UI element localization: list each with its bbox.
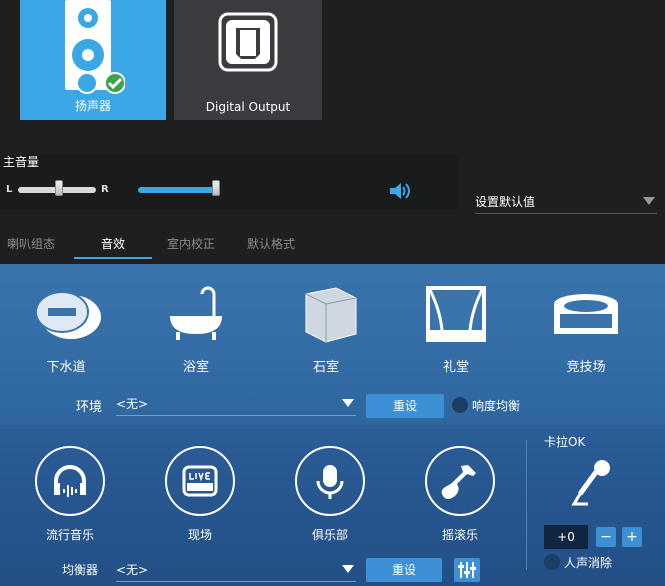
env-label: 石室 xyxy=(312,360,339,375)
sewer-pipe-icon xyxy=(35,291,101,339)
active-tab-indicator xyxy=(74,257,152,259)
karaoke-microphone-icon xyxy=(571,460,610,506)
equalizer-label: 均衡器 xyxy=(62,563,99,577)
arena-icon xyxy=(554,294,618,334)
guitar-icon xyxy=(441,465,476,499)
env-item-auditorium[interactable]: 礼堂 xyxy=(406,284,506,375)
equalizer-settings-button[interactable] xyxy=(454,558,480,582)
env-label: 下水道 xyxy=(46,360,86,375)
karaoke-plus-button[interactable]: + xyxy=(622,527,642,547)
chevron-down-icon xyxy=(342,399,354,407)
tab-speaker-config[interactable]: 喇叭组态 xyxy=(7,235,55,252)
voice-cancel-checkbox[interactable] xyxy=(544,554,560,570)
eq-item-live[interactable]: 现场 xyxy=(160,446,240,543)
environment-reset-button[interactable]: 重设 xyxy=(366,394,444,418)
volume-speaker-icon[interactable] xyxy=(388,181,412,201)
tab-default-format[interactable]: 默认格式 xyxy=(247,235,295,252)
device-tile-speaker[interactable]: 扬声器 xyxy=(20,0,166,120)
speaker-cabinet-icon xyxy=(65,0,125,94)
eq-label: 俱乐部 xyxy=(311,528,348,542)
volume-slider[interactable] xyxy=(138,187,218,193)
microphone-icon xyxy=(316,465,344,499)
loudness-checkbox[interactable] xyxy=(452,397,468,413)
env-item-sewer[interactable]: 下水道 xyxy=(16,284,116,375)
eq-item-club[interactable]: 俱乐部 xyxy=(290,446,370,543)
device-tile-digital-output[interactable]: Digital Output xyxy=(174,0,322,120)
headphones-icon xyxy=(54,465,86,497)
env-item-arena[interactable]: 竞技场 xyxy=(536,284,636,375)
tab-sound-effects[interactable]: 音效 xyxy=(101,235,125,252)
stone-room-icon xyxy=(305,287,357,343)
bathtub-icon xyxy=(170,286,222,340)
environment-label: 环境 xyxy=(76,400,103,415)
balance-slider-thumb[interactable] xyxy=(55,180,63,196)
equalizer-select[interactable]: <无> xyxy=(116,561,356,582)
env-label: 浴室 xyxy=(182,360,209,375)
environment-select[interactable]: <无> xyxy=(116,395,356,416)
karaoke-value-field[interactable]: +0 xyxy=(544,525,588,549)
equalizer-value: <无> xyxy=(116,563,149,577)
karaoke-title: 卡拉OK xyxy=(544,435,586,449)
environment-value: <无> xyxy=(116,397,149,411)
tab-room-correction[interactable]: 室内校正 xyxy=(167,235,215,252)
equalizer-sliders-icon xyxy=(458,562,476,578)
karaoke-minus-button[interactable]: − xyxy=(596,527,616,547)
balance-left-label: L xyxy=(6,184,13,195)
env-item-bathroom[interactable]: 浴室 xyxy=(146,284,246,375)
eq-label: 现场 xyxy=(187,528,212,542)
equalizer-reset-button[interactable]: 重设 xyxy=(366,558,442,582)
device-label: 扬声器 xyxy=(74,99,111,113)
live-music-icon xyxy=(182,465,218,497)
digital-output-icon xyxy=(218,12,278,72)
voice-cancel-label: 人声消除 xyxy=(564,556,613,570)
eq-label: 流行音乐 xyxy=(45,528,94,542)
eq-item-rock[interactable]: 摇滚乐 xyxy=(420,446,500,543)
karaoke-divider xyxy=(526,440,527,570)
loudness-label: 响度均衡 xyxy=(472,399,521,413)
chevron-down-icon xyxy=(342,565,354,573)
eq-item-pop[interactable]: 流行音乐 xyxy=(30,446,110,543)
chevron-down-icon xyxy=(643,197,655,205)
master-volume-title: 主音量 xyxy=(3,155,40,169)
env-item-stone-room[interactable]: 石室 xyxy=(276,284,376,375)
balance-right-label: R xyxy=(101,184,109,195)
eq-label: 摇滚乐 xyxy=(441,528,478,542)
volume-slider-thumb[interactable] xyxy=(212,180,220,196)
device-label: Digital Output xyxy=(205,100,291,114)
default-setting-value: 设置默认值 xyxy=(475,195,536,209)
auditorium-icon xyxy=(426,286,486,342)
default-setting-select[interactable]: 设置默认值 xyxy=(475,193,657,214)
env-label: 竞技场 xyxy=(566,360,606,375)
env-label: 礼堂 xyxy=(442,360,469,375)
